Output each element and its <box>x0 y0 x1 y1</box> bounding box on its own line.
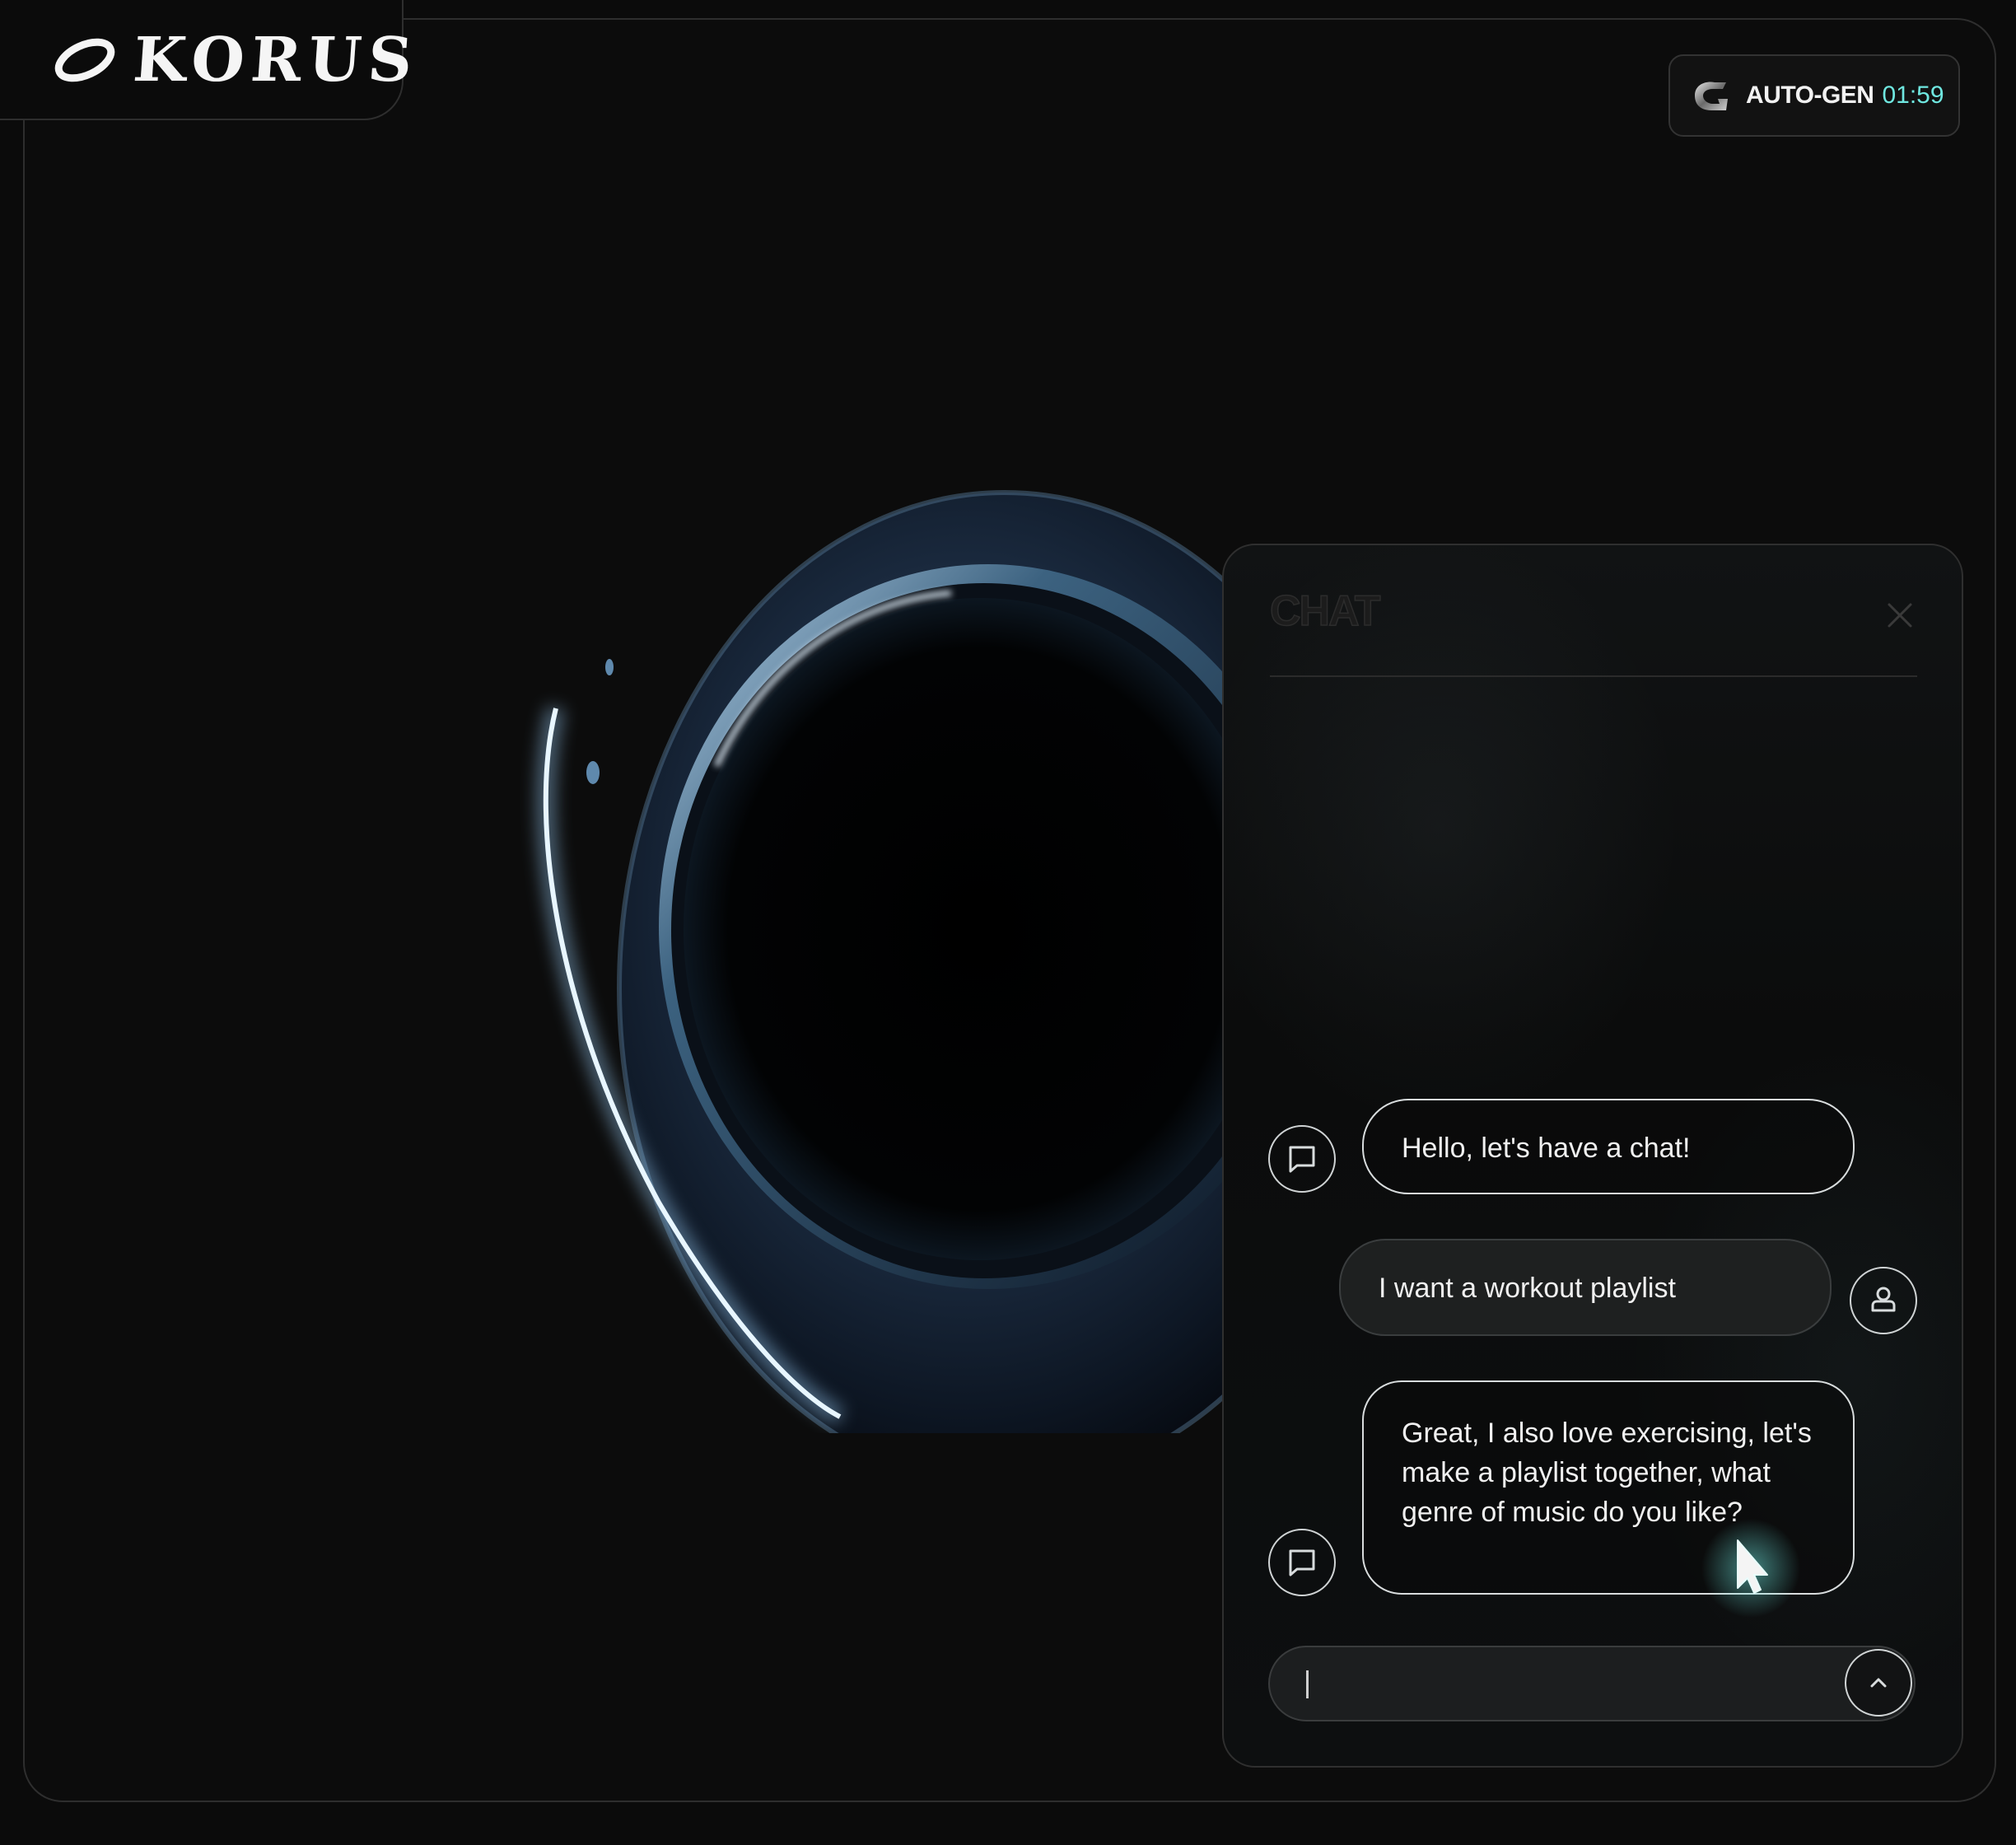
logo[interactable]: KORUS <box>51 25 422 96</box>
chat-panel: CHAT Hello, let's have a chat! I want a … <box>1222 544 1963 1768</box>
logo-tab: KORUS <box>0 0 421 120</box>
chat-bubble-icon <box>1289 1146 1315 1173</box>
autogen-badge[interactable]: AUTO-GEN 01:59 <box>1668 54 1960 137</box>
app-stage: KORUS AUTO-GEN 01:59 CHAT Hello, let's h… <box>0 0 2016 1845</box>
pointer-cursor-icon <box>1701 1519 1800 1618</box>
send-button[interactable] <box>1845 1649 1912 1717</box>
user-avatar <box>1850 1267 1917 1334</box>
close-icon[interactable] <box>1879 595 1920 636</box>
chat-bubble-icon <box>1289 1549 1315 1576</box>
chat-divider <box>1270 675 1917 677</box>
message-bubble-user: I want a workout playlist <box>1339 1239 1832 1336</box>
text-caret <box>1306 1670 1309 1698</box>
message-text: Great, I also love exercising, let's mak… <box>1402 1418 1812 1528</box>
user-icon <box>1871 1287 1896 1312</box>
brand-name: KORUS <box>130 25 422 96</box>
bot-avatar <box>1268 1125 1336 1193</box>
chevron-up-icon <box>1870 1678 1887 1688</box>
message-text: Hello, let's have a chat! <box>1402 1133 1691 1164</box>
message-bubble-bot: Hello, let's have a chat! <box>1362 1099 1855 1194</box>
chat-input[interactable] <box>1268 1646 1916 1721</box>
chat-title: CHAT <box>1269 586 1381 636</box>
bot-avatar <box>1268 1529 1336 1596</box>
orb-illustration <box>536 490 1334 1433</box>
autogen-timer: 01:59 <box>1882 82 1944 109</box>
autogen-icon <box>1695 82 1728 110</box>
message-text: I want a workout playlist <box>1379 1273 1676 1304</box>
logo-mark-icon <box>54 38 115 82</box>
autogen-label: AUTO-GEN <box>1746 82 1874 109</box>
